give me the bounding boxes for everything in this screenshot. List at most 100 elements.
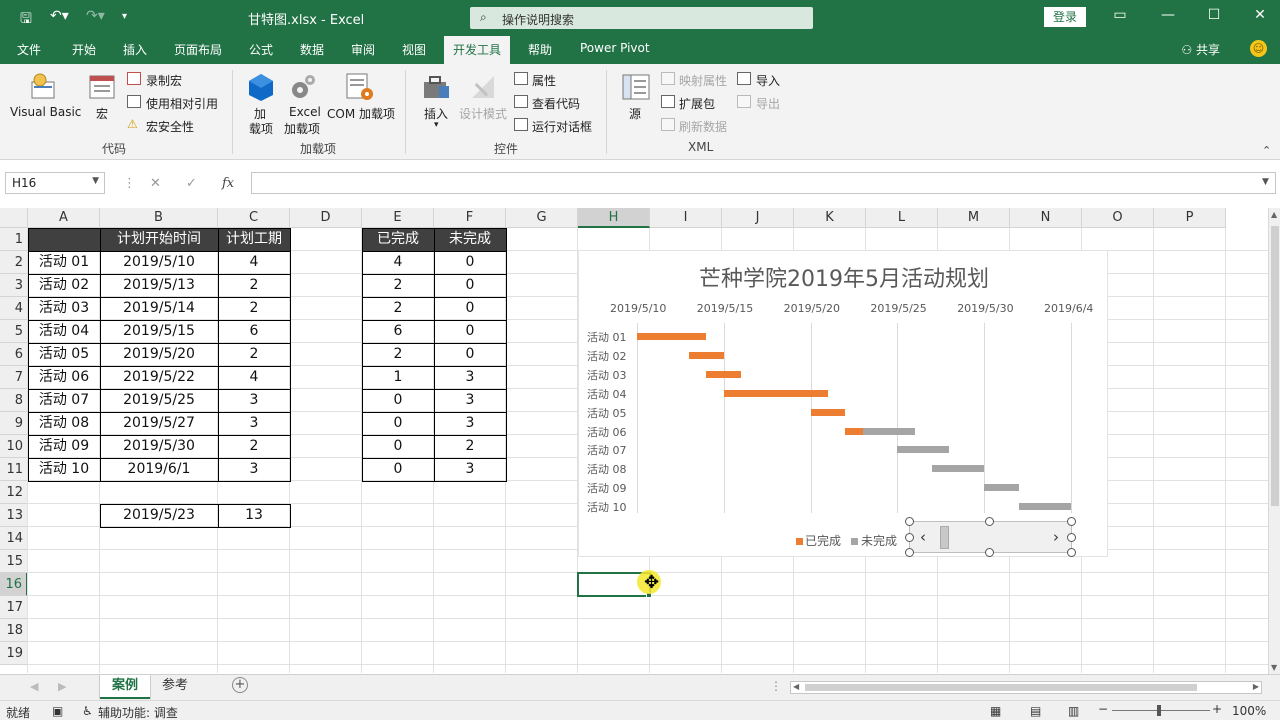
column-header[interactable]: H: [578, 208, 650, 228]
activity-name-cell[interactable]: 活动 05: [28, 343, 100, 366]
start-date-cell[interactable]: 2019/5/10: [100, 251, 218, 274]
column-header[interactable]: D: [290, 208, 362, 228]
vertical-scrollbar[interactable]: ▲ ▼: [1268, 208, 1280, 674]
resize-handle[interactable]: [905, 517, 914, 526]
scroll-down-icon[interactable]: ▼: [1271, 663, 1277, 672]
table-header-cell[interactable]: 计划开始时间: [100, 228, 218, 251]
start-date-cell[interactable]: 2019/5/14: [100, 297, 218, 320]
activity-name-cell[interactable]: 活动 02: [28, 274, 100, 297]
remaining-cell[interactable]: 3: [434, 366, 506, 389]
tab-data[interactable]: 数据: [300, 41, 324, 58]
table-header-cell[interactable]: [28, 228, 100, 251]
scroll-right-icon[interactable]: ›: [1053, 528, 1059, 546]
properties-button[interactable]: 属性: [532, 72, 556, 89]
minimize-icon[interactable]: —: [1158, 7, 1178, 23]
accessibility-icon[interactable]: ♿: [82, 704, 93, 718]
activity-name-cell[interactable]: 活动 07: [28, 389, 100, 412]
worksheet-grid[interactable]: ABCDEFGHIJKLMNOP 1 2 3 4 5 6 7 8 9 10 11 12 13 14 15 16…: [0, 208, 1268, 673]
zoom-slider[interactable]: [1112, 710, 1210, 711]
row-header[interactable]: 14: [0, 527, 28, 550]
resize-handle[interactable]: [905, 533, 914, 542]
column-header[interactable]: B: [100, 208, 218, 228]
remaining-cell[interactable]: 2: [434, 435, 506, 458]
scroll-left-arrow-icon[interactable]: ◀: [793, 682, 799, 691]
prev-sheet-icon[interactable]: ◀: [30, 680, 38, 693]
customize-quick-access-icon[interactable]: ▾: [122, 11, 127, 22]
cancel-icon[interactable]: ✕: [150, 176, 161, 191]
page-layout-view-icon[interactable]: ▤: [1030, 704, 1041, 718]
column-header[interactable]: L: [866, 208, 938, 228]
ribbon-display-options-icon[interactable]: ▭: [1110, 7, 1130, 23]
duration-cell[interactable]: 4: [218, 251, 290, 274]
tab-view[interactable]: 视图: [402, 41, 426, 58]
tab-power-pivot[interactable]: Power Pivot: [580, 41, 650, 55]
remaining-cell[interactable]: 3: [434, 412, 506, 435]
remaining-cell[interactable]: 0: [434, 343, 506, 366]
duration-cell[interactable]: 3: [218, 389, 290, 412]
next-sheet-icon[interactable]: ▶: [58, 680, 66, 693]
completed-cell[interactable]: 6: [362, 320, 434, 343]
zoom-in-icon[interactable]: +: [1212, 702, 1222, 716]
duration-cell[interactable]: 4: [218, 366, 290, 389]
table-header-cell[interactable]: 已完成: [362, 228, 434, 251]
zoom-out-icon[interactable]: −: [1098, 702, 1108, 716]
resize-handle[interactable]: [905, 548, 914, 557]
sheet-tab-reference[interactable]: 参考: [150, 675, 200, 699]
row-header[interactable]: 17: [0, 596, 28, 619]
table-header-cell[interactable]: 计划工期: [218, 228, 290, 251]
tab-developer[interactable]: 开发工具: [444, 36, 511, 64]
normal-view-icon[interactable]: ▦: [990, 704, 1001, 718]
activity-name-cell[interactable]: 活动 06: [28, 366, 100, 389]
row-header[interactable]: 10: [0, 435, 28, 458]
activity-name-cell[interactable]: 活动 03: [28, 297, 100, 320]
scroll-up-icon[interactable]: ▲: [1271, 210, 1277, 219]
row-header[interactable]: 4: [0, 297, 28, 320]
macro-security-button[interactable]: 宏安全性: [146, 118, 194, 135]
completed-cell[interactable]: 0: [362, 458, 434, 481]
start-date-cell[interactable]: 2019/6/1: [100, 458, 218, 481]
start-date-cell[interactable]: 2019/5/15: [100, 320, 218, 343]
horizontal-scroll-thumb[interactable]: [805, 684, 1197, 691]
row-header[interactable]: 15: [0, 550, 28, 573]
completed-cell[interactable]: 2: [362, 274, 434, 297]
undo-icon[interactable]: ↶▾: [50, 8, 69, 24]
resize-handle[interactable]: [985, 548, 994, 557]
completed-cell[interactable]: 0: [362, 435, 434, 458]
map-properties-button[interactable]: 映射属性: [679, 72, 727, 89]
column-header[interactable]: O: [1082, 208, 1154, 228]
save-icon[interactable]: 🖫: [20, 8, 32, 32]
column-header[interactable]: J: [722, 208, 794, 228]
column-header[interactable]: F: [434, 208, 506, 228]
activity-name-cell[interactable]: 活动 09: [28, 435, 100, 458]
feedback-smiley-icon[interactable]: ☺: [1250, 40, 1267, 57]
export-button[interactable]: 导出: [756, 95, 780, 112]
current-value-cell[interactable]: 13: [218, 504, 290, 527]
completed-cell[interactable]: 0: [362, 412, 434, 435]
maximize-icon[interactable]: ☐: [1204, 7, 1224, 23]
vertical-scroll-thumb[interactable]: [1271, 226, 1279, 506]
completed-cell[interactable]: 2: [362, 343, 434, 366]
row-header[interactable]: 7: [0, 366, 28, 389]
row-header[interactable]: 13: [0, 504, 28, 527]
close-icon[interactable]: ✕: [1250, 7, 1270, 23]
remaining-cell[interactable]: 0: [434, 251, 506, 274]
relative-reference-button[interactable]: 使用相对引用: [146, 95, 218, 112]
sheet-tab-case[interactable]: 案例: [100, 675, 150, 699]
row-header[interactable]: 11: [0, 458, 28, 481]
tab-formulas[interactable]: 公式: [249, 41, 273, 58]
redo-icon[interactable]: ↷▾: [86, 8, 105, 24]
run-dialog-button[interactable]: 运行对话框: [532, 118, 592, 135]
excel-addins-button[interactable]: Excel: [289, 105, 321, 119]
column-header[interactable]: N: [1010, 208, 1082, 228]
tab-page-layout[interactable]: 页面布局: [174, 41, 222, 58]
scroll-thumb[interactable]: [940, 526, 949, 549]
completed-cell[interactable]: 2: [362, 297, 434, 320]
macro-record-icon[interactable]: ▣: [52, 704, 63, 718]
row-header[interactable]: 18: [0, 619, 28, 642]
accessibility-status[interactable]: 辅助功能: 调查: [98, 704, 178, 721]
duration-cell[interactable]: 3: [218, 412, 290, 435]
insert-function-icon[interactable]: fx: [222, 176, 234, 191]
remaining-cell[interactable]: 0: [434, 274, 506, 297]
refresh-data-button[interactable]: 刷新数据: [679, 118, 727, 135]
column-header[interactable]: A: [28, 208, 100, 228]
